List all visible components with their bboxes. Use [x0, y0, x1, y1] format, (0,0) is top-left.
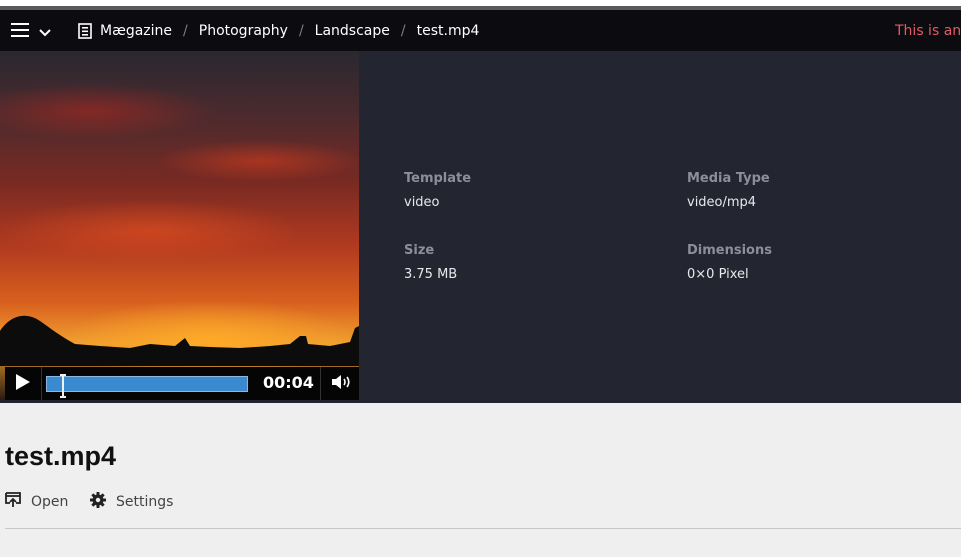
dimensions-value: 0×0 Pixel: [687, 267, 749, 282]
breadcrumb-item-magazine[interactable]: Mægazine: [100, 23, 172, 39]
page-title: test.mp4: [5, 441, 117, 471]
menu-button[interactable]: [11, 22, 55, 40]
dimensions-label: Dimensions: [687, 243, 772, 258]
size-label: Size: [404, 243, 435, 258]
media-type-label: Media Type: [687, 171, 770, 186]
settings-label: Settings: [116, 494, 174, 510]
warning-message: This is an u: [895, 23, 961, 39]
menu-icon: [11, 22, 29, 41]
size-value: 3.75 MB: [404, 267, 458, 282]
gear-icon: [90, 492, 106, 512]
volume-button[interactable]: [326, 367, 358, 400]
video-controls: 00:04: [5, 367, 359, 400]
breadcrumb-separator: /: [400, 22, 406, 39]
play-icon: [15, 373, 31, 395]
breadcrumb-item-current[interactable]: test.mp4: [417, 23, 480, 39]
breadcrumb-separator: /: [298, 22, 304, 39]
page-icon: [78, 22, 92, 39]
settings-button[interactable]: Settings: [90, 492, 173, 512]
top-bar: Mægazine / Photography / Landscape / tes…: [0, 10, 961, 51]
video-player[interactable]: 00:04: [0, 51, 359, 400]
control-divider: [41, 367, 42, 400]
video-timecode: 00:04: [263, 373, 314, 392]
scrub-handle[interactable]: [58, 374, 68, 398]
breadcrumb-separator: /: [183, 22, 188, 39]
video-progress-bar[interactable]: [46, 374, 248, 398]
template-value: video: [404, 195, 440, 210]
open-button[interactable]: Open: [5, 492, 68, 512]
media-type-value: video/mp4: [687, 195, 757, 210]
breadcrumb-item-landscape[interactable]: Landscape: [315, 23, 390, 39]
open-icon: [5, 492, 21, 512]
section-divider: [5, 528, 961, 529]
media-panel: 00:04 Template video Media Type video/mp…: [0, 51, 961, 403]
play-button[interactable]: [7, 367, 39, 400]
control-divider: [320, 367, 321, 400]
breadcrumb-item-photography[interactable]: Photography: [199, 23, 288, 39]
breadcrumb: Mægazine / Photography / Landscape / tes…: [78, 10, 479, 51]
chevron-down-icon: [39, 22, 51, 41]
template-label: Template: [404, 171, 472, 186]
open-label: Open: [31, 494, 69, 510]
volume-icon: [331, 374, 353, 394]
video-skyline: [0, 315, 359, 366]
